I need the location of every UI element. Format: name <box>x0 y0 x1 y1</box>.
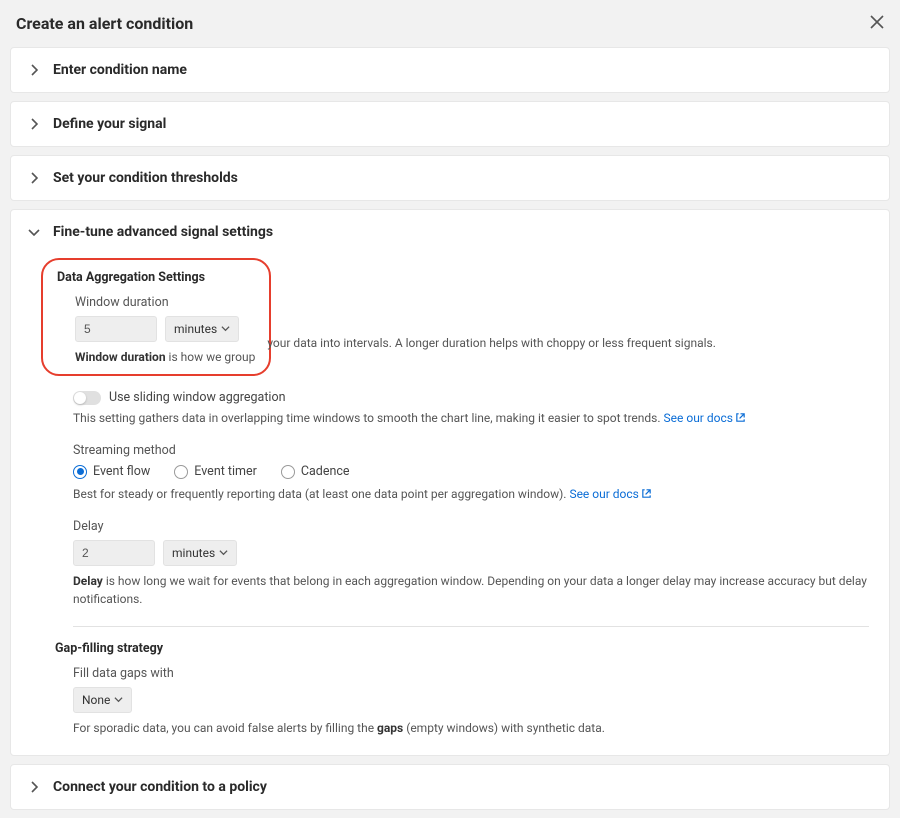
create-alert-dialog: Create an alert condition Enter conditio… <box>0 0 900 810</box>
see-our-docs-link[interactable]: See our docs <box>569 487 651 501</box>
radio-icon <box>174 465 188 479</box>
chevron-down-icon <box>27 228 41 236</box>
highlight-annotation: Data Aggregation Settings Window duratio… <box>41 258 271 376</box>
dialog-title: Create an alert condition <box>16 14 193 33</box>
radio-event-timer[interactable]: Event timer <box>174 464 257 479</box>
delay-unit-select[interactable]: minutes <box>163 540 237 566</box>
chevron-right-icon <box>27 64 41 76</box>
section-title: Define your signal <box>53 116 166 132</box>
section-define-signal[interactable]: Define your signal <box>10 101 890 147</box>
divider <box>73 626 869 627</box>
fine-tune-body: Data Aggregation Settings Window duratio… <box>11 254 889 755</box>
external-link-icon <box>733 411 746 425</box>
delay-input[interactable] <box>73 540 155 566</box>
section-fine-tune-header[interactable]: Fine-tune advanced signal settings <box>11 210 889 254</box>
section-title: Enter condition name <box>53 62 187 78</box>
window-duration-label: Window duration <box>75 295 255 310</box>
radio-event-flow[interactable]: Event flow <box>73 464 150 479</box>
streaming-method-radios: Event flow Event timer Cadence <box>73 464 869 479</box>
chevron-right-icon <box>27 781 41 793</box>
fill-data-gaps-select[interactable]: None <box>73 687 132 713</box>
window-duration-desc-rest: your data into intervals. A longer durat… <box>267 336 716 350</box>
see-our-docs-link[interactable]: See our docs <box>664 411 746 425</box>
section-title: Set your condition thresholds <box>53 170 238 186</box>
radio-icon <box>281 465 295 479</box>
select-value: None <box>82 693 110 707</box>
sliding-window-desc: This setting gathers data in overlapping… <box>73 409 869 427</box>
streaming-method-label: Streaming method <box>73 443 869 458</box>
close-button[interactable] <box>870 15 884 32</box>
section-fine-tune: Fine-tune advanced signal settings Data … <box>10 209 890 756</box>
chevron-down-icon <box>114 693 123 707</box>
window-duration-unit-select[interactable]: minutes <box>165 316 239 342</box>
radio-cadence[interactable]: Cadence <box>281 464 350 479</box>
chevron-down-icon <box>219 546 228 560</box>
section-connect-policy[interactable]: Connect your condition to a policy <box>10 764 890 810</box>
data-aggregation-heading: Data Aggregation Settings <box>57 270 255 285</box>
sliding-window-label: Use sliding window aggregation <box>109 390 286 405</box>
window-duration-desc: Window duration is how we group <box>75 348 255 366</box>
select-value: minutes <box>172 546 215 560</box>
delay-desc: Delay is how long we wait for events tha… <box>73 572 869 608</box>
gap-filling-heading: Gap-filling strategy <box>55 641 869 656</box>
chevron-right-icon <box>27 118 41 130</box>
dialog-header: Create an alert condition <box>0 0 900 43</box>
chevron-right-icon <box>27 172 41 184</box>
section-enter-name[interactable]: Enter condition name <box>10 47 890 93</box>
select-value: minutes <box>174 322 217 336</box>
section-title: Fine-tune advanced signal settings <box>53 224 273 240</box>
fill-data-gaps-label: Fill data gaps with <box>73 666 869 681</box>
external-link-icon <box>639 487 652 501</box>
close-icon <box>870 17 884 32</box>
sliding-window-toggle[interactable] <box>73 391 101 405</box>
delay-label: Delay <box>73 519 869 534</box>
radio-icon <box>73 465 87 479</box>
window-duration-input[interactable] <box>75 316 157 342</box>
gap-desc: For sporadic data, you can avoid false a… <box>73 719 869 737</box>
section-thresholds[interactable]: Set your condition thresholds <box>10 155 890 201</box>
streaming-desc: Best for steady or frequently reporting … <box>73 485 869 503</box>
section-title: Connect your condition to a policy <box>53 779 267 795</box>
chevron-down-icon <box>221 322 230 336</box>
